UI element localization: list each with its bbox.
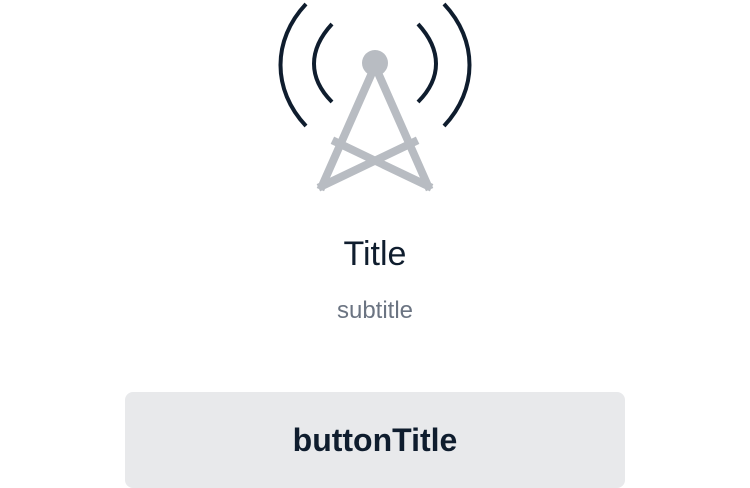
tower-frame bbox=[316, 60, 434, 192]
radio-tower-signal-icon bbox=[278, 2, 472, 192]
inner-left-wave bbox=[312, 22, 334, 104]
outer-left-wave bbox=[278, 2, 308, 128]
empty-state-screen: Title subtitle buttonTitle bbox=[0, 0, 750, 488]
outer-right-wave bbox=[442, 2, 472, 128]
inner-right-wave bbox=[416, 22, 438, 104]
empty-state-action-button[interactable]: buttonTitle bbox=[125, 392, 625, 488]
empty-state-title: Title bbox=[343, 235, 407, 273]
empty-state-subtitle: subtitle bbox=[336, 297, 414, 324]
